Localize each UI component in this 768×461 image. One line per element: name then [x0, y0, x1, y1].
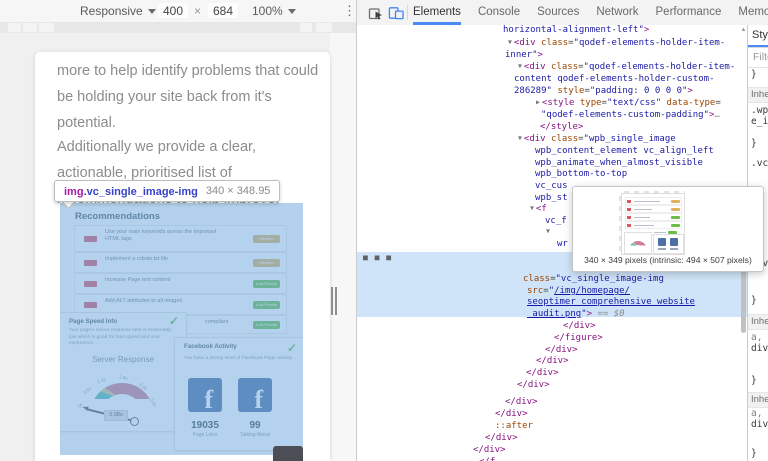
tooltip-dimensions: 340 × 348.95: [206, 185, 271, 197]
code-line[interactable]: ▼<div class="qodef-elements-holder-item-: [508, 38, 725, 49]
code-line[interactable]: wpb_animate_when_almost_visible: [535, 158, 703, 169]
code-line[interactable]: class="vc_single_image-img: [523, 274, 664, 285]
code-line[interactable]: </style>: [540, 122, 583, 133]
page-paragraph: more to help identify problems that coul…: [57, 58, 319, 136]
style-rule-fragment[interactable]: }: [751, 69, 757, 80]
code-line[interactable]: _audit.png"> == $0: [527, 309, 625, 320]
image-dimensions-caption: 340 × 349 pixels (intrinsic: 494 × 507 p…: [573, 255, 763, 265]
code-line[interactable]: vc_cus: [535, 181, 568, 192]
device-toolbar-menu-button[interactable]: ⋮: [343, 3, 356, 19]
code-line[interactable]: wpb_bottom-to-top: [535, 169, 627, 180]
code-line[interactable]: </div>: [517, 380, 550, 391]
tooltip-tag-name: img: [64, 186, 84, 198]
code-line[interactable]: </div>: [473, 445, 506, 456]
code-line[interactable]: </f: [479, 457, 495, 461]
toolbar-separator: [407, 5, 408, 20]
code-line[interactable]: ▼<f: [530, 204, 547, 215]
code-line[interactable]: wpb_st: [535, 193, 568, 204]
code-line[interactable]: ▶<style type="text/css" data-type=: [536, 98, 721, 109]
code-line[interactable]: 286289" style="padding: 0 0 0 0">: [514, 86, 693, 97]
code-line[interactable]: </div>: [563, 321, 596, 332]
inherited-from-bar: Inherited from: [748, 314, 768, 330]
style-rule-fragment[interactable]: a,: [751, 408, 762, 419]
style-rule-fragment[interactable]: a,: [751, 332, 762, 343]
device-mode-margin: [330, 33, 356, 461]
style-rule-fragment[interactable]: }: [751, 375, 757, 386]
style-rule-fragment[interactable]: e_i: [751, 116, 768, 127]
tab-elements[interactable]: Elements: [413, 0, 461, 25]
style-rule-fragment[interactable]: }: [751, 295, 757, 306]
code-line[interactable]: ::after: [495, 421, 533, 432]
viewport-resize-handle[interactable]: [330, 287, 338, 315]
tab-performance[interactable]: Performance: [656, 0, 722, 25]
style-rule-fragment[interactable]: .vc: [751, 158, 768, 169]
devtools-window: Responsive × 100% ⋮ more to help identif…: [0, 0, 768, 461]
code-line[interactable]: </div>: [505, 397, 538, 408]
code-line[interactable]: horizontal-alignment-left">: [503, 25, 649, 36]
code-line[interactable]: ▼: [546, 227, 552, 238]
device-toolbar: Responsive × 100% ⋮: [0, 0, 356, 23]
code-line[interactable]: </div>: [485, 433, 518, 444]
style-rule-fragment[interactable]: .wp: [751, 105, 768, 116]
chevron-down-icon: [148, 9, 156, 14]
code-line[interactable]: ▼<div class="wpb_single_image: [518, 134, 676, 145]
tab-strip: Elements Console Sources Network Performance…: [413, 0, 768, 25]
code-line[interactable]: seoptimer_comprehensive_website: [527, 297, 695, 308]
inspect-highlight-overlay: [60, 203, 303, 455]
scroll-top-button[interactable]: [273, 446, 303, 461]
code-line[interactable]: </div>: [545, 345, 578, 356]
code-line[interactable]: </div>: [495, 409, 528, 420]
devtools-tab-bar: Elements Console Sources Network Performance…: [357, 0, 768, 26]
code-line[interactable]: content qodef-elements-holder-custom-: [514, 74, 714, 85]
code-line[interactable]: </figure>: [554, 333, 603, 344]
inherited-from-bar: Inherited from: [748, 392, 768, 408]
style-rule-fragment[interactable]: }: [751, 138, 757, 149]
inspect-tooltip: img.vc_single_image-img 340 × 348.95: [54, 180, 280, 202]
code-line[interactable]: src="/img/homepage/: [527, 286, 630, 297]
style-rule-fragment[interactable]: }: [751, 448, 757, 459]
tab-memory[interactable]: Memory: [738, 0, 768, 25]
code-line[interactable]: wpb_content_element vc_align_left: [535, 146, 714, 157]
viewport-height-input[interactable]: [208, 3, 238, 18]
tab-styles[interactable]: Styles: [752, 29, 768, 41]
styles-tab-row: Styles: [748, 25, 768, 48]
code-line[interactable]: inner">: [505, 50, 543, 61]
node-more-actions-button[interactable]: ■ ■ ■: [363, 253, 392, 262]
code-line[interactable]: wr: [557, 239, 568, 250]
styles-filter-input[interactable]: Filter: [748, 47, 768, 68]
code-line[interactable]: </div>: [526, 368, 559, 379]
toggle-device-toolbar-icon[interactable]: [388, 5, 404, 21]
chevron-down-icon: [288, 9, 296, 14]
dimension-separator: ×: [194, 4, 201, 18]
code-line[interactable]: "qodef-elements-custom-padding">…: [541, 110, 720, 121]
transparency-checkerboard: [619, 191, 685, 255]
device-type-dropdown[interactable]: Responsive: [80, 4, 156, 18]
style-rule-fragment[interactable]: div: [751, 343, 768, 354]
image-preview-tooltip: 340 × 349 pixels (intrinsic: 494 × 507 p…: [572, 186, 764, 272]
inherited-from-bar: Inherited from: [748, 87, 768, 103]
image-thumbnail: [621, 193, 685, 255]
code-line[interactable]: </div>: [536, 356, 569, 367]
scrollbar-up-arrow[interactable]: ▲: [740, 27, 747, 33]
zoom-dropdown[interactable]: 100%: [252, 4, 296, 18]
style-rule-fragment[interactable]: div: [751, 419, 768, 430]
viewport-width-input[interactable]: [158, 3, 188, 18]
tab-network[interactable]: Network: [596, 0, 638, 25]
tab-console[interactable]: Console: [478, 0, 520, 25]
tab-sources[interactable]: Sources: [537, 0, 579, 25]
code-line[interactable]: ▼<div class="qodef-elements-holder-item-: [518, 62, 735, 73]
inspect-element-icon[interactable]: [368, 5, 384, 21]
tooltip-class-name: .vc_single_image-img: [84, 186, 198, 198]
